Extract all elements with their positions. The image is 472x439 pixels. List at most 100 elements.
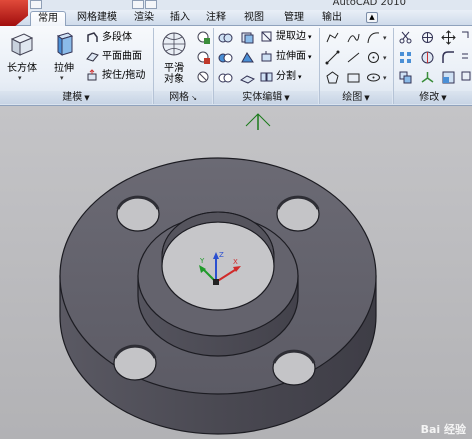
tab-render[interactable]: 渲染 bbox=[130, 11, 158, 25]
solid-editing-panel-title[interactable]: 实体编辑 ▼ bbox=[214, 91, 318, 104]
fillet-icon bbox=[442, 51, 454, 63]
explode-icon bbox=[461, 71, 471, 81]
draw-panel-title[interactable]: 绘图 ▼ bbox=[320, 91, 392, 104]
planar-surface-button[interactable]: 平面曲面 bbox=[86, 49, 142, 65]
extrude-faces-button[interactable]: 拉伸面 ▾ bbox=[260, 49, 312, 65]
union-icon bbox=[218, 33, 233, 43]
mirror-icon bbox=[421, 51, 434, 64]
extract-edges-icon bbox=[261, 31, 272, 41]
presspull-icon bbox=[87, 68, 97, 80]
slice-button[interactable] bbox=[240, 50, 255, 65]
subtract-button[interactable] bbox=[218, 50, 233, 65]
union-button[interactable] bbox=[218, 30, 233, 45]
app-title: AutoCAD 2010 bbox=[332, 0, 406, 8]
chevron-down-icon: ▼ bbox=[441, 94, 447, 102]
tab-mesh-modeling[interactable]: 网格建模 bbox=[72, 11, 122, 25]
ellipse-dropdown-icon[interactable]: ▾ bbox=[383, 74, 387, 82]
rotate-button[interactable] bbox=[420, 30, 435, 45]
arc-dropdown-icon[interactable]: ▾ bbox=[383, 34, 387, 42]
line-icon bbox=[325, 50, 340, 65]
modeling-panel-title[interactable]: 建模 ▼ bbox=[0, 91, 152, 104]
mesh-tool-2-button[interactable] bbox=[196, 50, 211, 65]
circle-dropdown-icon[interactable]: ▾ bbox=[383, 54, 387, 62]
slice-icon bbox=[241, 52, 254, 63]
line-button[interactable] bbox=[325, 50, 340, 65]
box-icon bbox=[10, 33, 34, 56]
modify-panel-title[interactable]: 修改 ▼ bbox=[394, 91, 472, 104]
qat-undo-button[interactable] bbox=[145, 0, 157, 9]
tab-home[interactable]: 常用 bbox=[30, 11, 66, 26]
thicken-button[interactable] bbox=[240, 70, 255, 85]
mesh-crease-icon bbox=[197, 71, 209, 83]
scale-icon bbox=[442, 71, 455, 84]
tab-annotate[interactable]: 注释 bbox=[202, 11, 230, 25]
fillet-button[interactable] bbox=[441, 50, 456, 65]
extrude-button[interactable]: 拉伸 ▾ bbox=[44, 30, 84, 88]
array-button[interactable] bbox=[398, 50, 413, 65]
dropdown-arrow-icon: ▾ bbox=[298, 73, 302, 81]
offset-icon bbox=[462, 53, 468, 59]
rectangle-button[interactable] bbox=[346, 70, 361, 85]
box-dropdown-icon: ▾ bbox=[18, 74, 22, 82]
watermark-text: Bai 经验 bbox=[420, 423, 466, 436]
thicken-icon bbox=[240, 75, 255, 84]
scale-button[interactable] bbox=[441, 70, 456, 85]
dropdown-arrow-icon: ▾ bbox=[308, 33, 312, 41]
circle-button[interactable] bbox=[366, 50, 381, 65]
presspull-button[interactable]: 按住/拖动 bbox=[86, 68, 145, 84]
modify-more-3-button[interactable] bbox=[460, 70, 472, 85]
align-button[interactable] bbox=[420, 70, 435, 85]
subtract-icon bbox=[218, 53, 233, 63]
chevron-down-icon: ▼ bbox=[284, 94, 290, 102]
smooth-object-label-line2: 对象 bbox=[164, 74, 184, 85]
line3d-button[interactable] bbox=[346, 50, 361, 65]
spline-button[interactable] bbox=[346, 30, 361, 45]
ellipse-button[interactable] bbox=[366, 70, 381, 85]
modify-more-2-button[interactable] bbox=[460, 50, 472, 65]
move-button[interactable] bbox=[441, 30, 456, 45]
polygon-button[interactable] bbox=[325, 70, 340, 85]
rotate-icon bbox=[422, 32, 433, 43]
polysolid-label: 多段体 bbox=[102, 32, 132, 43]
separate-label: 分割 bbox=[276, 71, 296, 82]
trim-button[interactable] bbox=[398, 30, 413, 45]
interfere-button[interactable] bbox=[240, 30, 255, 45]
separate-button[interactable]: 分割 ▾ bbox=[260, 69, 302, 85]
polysolid-icon bbox=[87, 31, 98, 42]
mesh-tool-1-button[interactable] bbox=[196, 30, 211, 45]
extract-edges-button[interactable]: 提取边 ▾ bbox=[260, 29, 312, 45]
intersect-icon bbox=[218, 73, 233, 83]
mesh-tool-3-button[interactable] bbox=[196, 70, 211, 85]
intersect-button[interactable] bbox=[218, 70, 233, 85]
smooth-object-button[interactable]: 平滑 对象 bbox=[156, 30, 192, 88]
box-button[interactable]: 长方体 ▾ bbox=[2, 30, 42, 88]
minimize-ribbon-button[interactable]: ▲ bbox=[366, 12, 378, 23]
polysolid-button[interactable]: 多段体 bbox=[86, 30, 132, 46]
tab-output[interactable]: 输出 bbox=[318, 11, 346, 25]
ucs-y-label: Y bbox=[199, 257, 205, 265]
flange-3d-model: Z X Y bbox=[59, 113, 377, 435]
tab-output-label: 输出 bbox=[322, 12, 342, 23]
circle-icon bbox=[368, 52, 379, 63]
dropdown-arrow-icon: ▾ bbox=[308, 53, 312, 61]
extrude-dropdown-icon: ▾ bbox=[60, 74, 64, 82]
modify-more-1-button[interactable] bbox=[460, 30, 472, 45]
modeling-panel-title-label: 建模 bbox=[62, 92, 83, 103]
tab-insert[interactable]: 插入 bbox=[166, 11, 194, 25]
axis-icon bbox=[421, 72, 434, 83]
mesh-panel-title[interactable]: 网格 ↘ bbox=[154, 91, 212, 104]
stretch-icon bbox=[462, 31, 469, 38]
interfere-icon bbox=[241, 32, 254, 44]
tab-manage[interactable]: 管理 bbox=[280, 11, 308, 25]
polyline-button[interactable] bbox=[325, 30, 340, 45]
qat-open-button[interactable] bbox=[30, 0, 42, 9]
draw-panel-title-label: 绘图 bbox=[342, 92, 363, 103]
arc-button[interactable] bbox=[366, 30, 381, 45]
copy-button[interactable] bbox=[398, 70, 413, 85]
mirror-button[interactable] bbox=[420, 50, 435, 65]
box-label: 长方体 bbox=[7, 63, 37, 74]
tab-view[interactable]: 视图 bbox=[240, 11, 268, 25]
drawing-viewport[interactable]: Z X Y Bai 经验 bbox=[0, 106, 472, 439]
qat-save-button[interactable] bbox=[132, 0, 144, 9]
extrude-faces-icon bbox=[261, 50, 272, 61]
